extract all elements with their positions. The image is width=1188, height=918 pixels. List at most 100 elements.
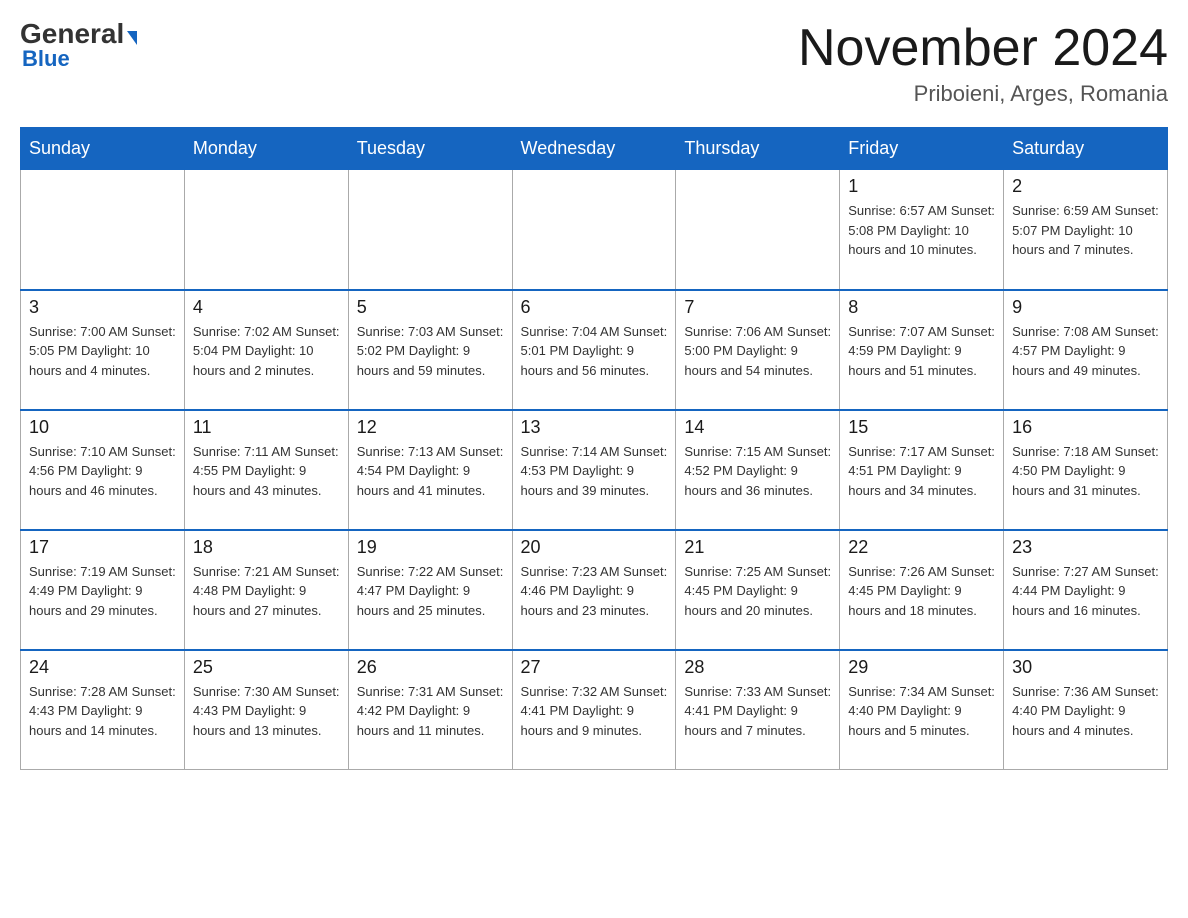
cell-info: Sunrise: 7:21 AM Sunset: 4:48 PM Dayligh… xyxy=(193,562,340,621)
logo: General Blue xyxy=(20,20,137,72)
calendar-cell: 10 Sunrise: 7:10 AM Sunset: 4:56 PM Dayli… xyxy=(21,410,185,530)
calendar-cell xyxy=(512,170,676,290)
cell-info: Sunrise: 6:57 AM Sunset: 5:08 PM Dayligh… xyxy=(848,201,995,260)
cell-info: Sunrise: 7:23 AM Sunset: 4:46 PM Dayligh… xyxy=(521,562,668,621)
calendar-cell: 3Sunrise: 7:00 AM Sunset: 5:05 PM Daylig… xyxy=(21,290,185,410)
cell-day-number: 18 xyxy=(193,537,340,558)
cell-info: Sunrise: 7:10 AM Sunset: 4:56 PM Dayligh… xyxy=(29,442,176,501)
weekday-header-wednesday: Wednesday xyxy=(512,128,676,170)
cell-info: Sunrise: 7:18 AM Sunset: 4:50 PM Dayligh… xyxy=(1012,442,1159,501)
cell-info: Sunrise: 7:36 AM Sunset: 4:40 PM Dayligh… xyxy=(1012,682,1159,741)
calendar-cell xyxy=(348,170,512,290)
calendar-cell: 25 Sunrise: 7:30 AM Sunset: 4:43 PM Dayli… xyxy=(184,650,348,770)
calendar-cell: 15Sunrise: 7:17 AM Sunset: 4:51 PM Dayli… xyxy=(840,410,1004,530)
calendar-cell: 30 Sunrise: 7:36 AM Sunset: 4:40 PM Dayli… xyxy=(1004,650,1168,770)
calendar-cell xyxy=(676,170,840,290)
cell-day-number: 29 xyxy=(848,657,995,678)
cell-info: Sunrise: 7:30 AM Sunset: 4:43 PM Dayligh… xyxy=(193,682,340,741)
cell-info: Sunrise: 7:11 AM Sunset: 4:55 PM Dayligh… xyxy=(193,442,340,501)
cell-info: Sunrise: 7:31 AM Sunset: 4:42 PM Dayligh… xyxy=(357,682,504,741)
cell-day-number: 26 xyxy=(357,657,504,678)
calendar-cell: 18 Sunrise: 7:21 AM Sunset: 4:48 PM Dayli… xyxy=(184,530,348,650)
cell-day-number: 11 xyxy=(193,417,340,438)
calendar-cell: 28 Sunrise: 7:33 AM Sunset: 4:41 PM Dayli… xyxy=(676,650,840,770)
cell-info: Sunrise: 7:34 AM Sunset: 4:40 PM Dayligh… xyxy=(848,682,995,741)
calendar-cell: 23 Sunrise: 7:27 AM Sunset: 4:44 PM Dayli… xyxy=(1004,530,1168,650)
cell-info: Sunrise: 7:03 AM Sunset: 5:02 PM Dayligh… xyxy=(357,322,504,381)
calendar-cell: 2Sunrise: 6:59 AM Sunset: 5:07 PM Daylig… xyxy=(1004,170,1168,290)
calendar-week-row: 17Sunrise: 7:19 AM Sunset: 4:49 PM Dayli… xyxy=(21,530,1168,650)
cell-day-number: 1 xyxy=(848,176,995,197)
calendar-cell: 22 Sunrise: 7:26 AM Sunset: 4:45 PM Dayli… xyxy=(840,530,1004,650)
calendar-cell: 1 Sunrise: 6:57 AM Sunset: 5:08 PM Daylig… xyxy=(840,170,1004,290)
cell-info: Sunrise: 7:33 AM Sunset: 4:41 PM Dayligh… xyxy=(684,682,831,741)
calendar-cell xyxy=(184,170,348,290)
cell-day-number: 10 xyxy=(29,417,176,438)
calendar-cell: 4Sunrise: 7:02 AM Sunset: 5:04 PM Daylig… xyxy=(184,290,348,410)
cell-day-number: 28 xyxy=(684,657,831,678)
cell-info: Sunrise: 7:04 AM Sunset: 5:01 PM Dayligh… xyxy=(521,322,668,381)
calendar-cell: 17Sunrise: 7:19 AM Sunset: 4:49 PM Dayli… xyxy=(21,530,185,650)
cell-info: Sunrise: 7:00 AM Sunset: 5:05 PM Dayligh… xyxy=(29,322,176,381)
cell-day-number: 16 xyxy=(1012,417,1159,438)
weekday-header-tuesday: Tuesday xyxy=(348,128,512,170)
calendar-cell: 27 Sunrise: 7:32 AM Sunset: 4:41 PM Dayli… xyxy=(512,650,676,770)
cell-day-number: 22 xyxy=(848,537,995,558)
cell-info: Sunrise: 7:28 AM Sunset: 4:43 PM Dayligh… xyxy=(29,682,176,741)
calendar-cell: 14 Sunrise: 7:15 AM Sunset: 4:52 PM Dayli… xyxy=(676,410,840,530)
month-title: November 2024 xyxy=(798,20,1168,77)
cell-info: Sunrise: 7:22 AM Sunset: 4:47 PM Dayligh… xyxy=(357,562,504,621)
cell-info: Sunrise: 7:27 AM Sunset: 4:44 PM Dayligh… xyxy=(1012,562,1159,621)
cell-info: Sunrise: 7:32 AM Sunset: 4:41 PM Dayligh… xyxy=(521,682,668,741)
calendar-cell: 19Sunrise: 7:22 AM Sunset: 4:47 PM Dayli… xyxy=(348,530,512,650)
calendar-week-row: 24Sunrise: 7:28 AM Sunset: 4:43 PM Dayli… xyxy=(21,650,1168,770)
calendar-cell: 8Sunrise: 7:07 AM Sunset: 4:59 PM Daylig… xyxy=(840,290,1004,410)
cell-day-number: 9 xyxy=(1012,297,1159,318)
cell-day-number: 30 xyxy=(1012,657,1159,678)
logo-text: General xyxy=(20,20,137,48)
weekday-header-friday: Friday xyxy=(840,128,1004,170)
calendar-cell: 12 Sunrise: 7:13 AM Sunset: 4:54 PM Dayli… xyxy=(348,410,512,530)
cell-info: Sunrise: 7:06 AM Sunset: 5:00 PM Dayligh… xyxy=(684,322,831,381)
cell-day-number: 6 xyxy=(521,297,668,318)
cell-day-number: 20 xyxy=(521,537,668,558)
cell-day-number: 17 xyxy=(29,537,176,558)
page-header: General Blue November 2024 Priboieni, Ar… xyxy=(20,20,1168,107)
calendar-cell: 6 Sunrise: 7:04 AM Sunset: 5:01 PM Daylig… xyxy=(512,290,676,410)
cell-day-number: 5 xyxy=(357,297,504,318)
calendar-cell: 13Sunrise: 7:14 AM Sunset: 4:53 PM Dayli… xyxy=(512,410,676,530)
calendar-week-row: 3Sunrise: 7:00 AM Sunset: 5:05 PM Daylig… xyxy=(21,290,1168,410)
calendar-cell: 21Sunrise: 7:25 AM Sunset: 4:45 PM Dayli… xyxy=(676,530,840,650)
cell-info: Sunrise: 7:08 AM Sunset: 4:57 PM Dayligh… xyxy=(1012,322,1159,381)
cell-day-number: 14 xyxy=(684,417,831,438)
calendar-week-row: 10 Sunrise: 7:10 AM Sunset: 4:56 PM Dayli… xyxy=(21,410,1168,530)
calendar-cell: 16 Sunrise: 7:18 AM Sunset: 4:50 PM Dayli… xyxy=(1004,410,1168,530)
cell-day-number: 15 xyxy=(848,417,995,438)
cell-day-number: 2 xyxy=(1012,176,1159,197)
logo-arrow-icon xyxy=(127,31,137,45)
calendar-cell: 11 Sunrise: 7:11 AM Sunset: 4:55 PM Dayli… xyxy=(184,410,348,530)
cell-day-number: 12 xyxy=(357,417,504,438)
calendar-cell: 29 Sunrise: 7:34 AM Sunset: 4:40 PM Dayli… xyxy=(840,650,1004,770)
calendar-cell: 7 Sunrise: 7:06 AM Sunset: 5:00 PM Daylig… xyxy=(676,290,840,410)
weekday-header-saturday: Saturday xyxy=(1004,128,1168,170)
calendar-cell: 26 Sunrise: 7:31 AM Sunset: 4:42 PM Dayli… xyxy=(348,650,512,770)
calendar-cell: 20 Sunrise: 7:23 AM Sunset: 4:46 PM Dayli… xyxy=(512,530,676,650)
cell-info: Sunrise: 7:26 AM Sunset: 4:45 PM Dayligh… xyxy=(848,562,995,621)
cell-info: Sunrise: 7:02 AM Sunset: 5:04 PM Dayligh… xyxy=(193,322,340,381)
cell-day-number: 27 xyxy=(521,657,668,678)
weekday-header-thursday: Thursday xyxy=(676,128,840,170)
cell-day-number: 23 xyxy=(1012,537,1159,558)
cell-day-number: 25 xyxy=(193,657,340,678)
calendar-week-row: 1 Sunrise: 6:57 AM Sunset: 5:08 PM Daylig… xyxy=(21,170,1168,290)
cell-day-number: 13 xyxy=(521,417,668,438)
cell-info: Sunrise: 7:13 AM Sunset: 4:54 PM Dayligh… xyxy=(357,442,504,501)
location-title: Priboieni, Arges, Romania xyxy=(798,81,1168,107)
logo-general: General xyxy=(20,18,124,49)
cell-day-number: 7 xyxy=(684,297,831,318)
title-section: November 2024 Priboieni, Arges, Romania xyxy=(798,20,1168,107)
cell-info: Sunrise: 7:15 AM Sunset: 4:52 PM Dayligh… xyxy=(684,442,831,501)
cell-day-number: 21 xyxy=(684,537,831,558)
calendar-cell: 24Sunrise: 7:28 AM Sunset: 4:43 PM Dayli… xyxy=(21,650,185,770)
calendar-cell xyxy=(21,170,185,290)
